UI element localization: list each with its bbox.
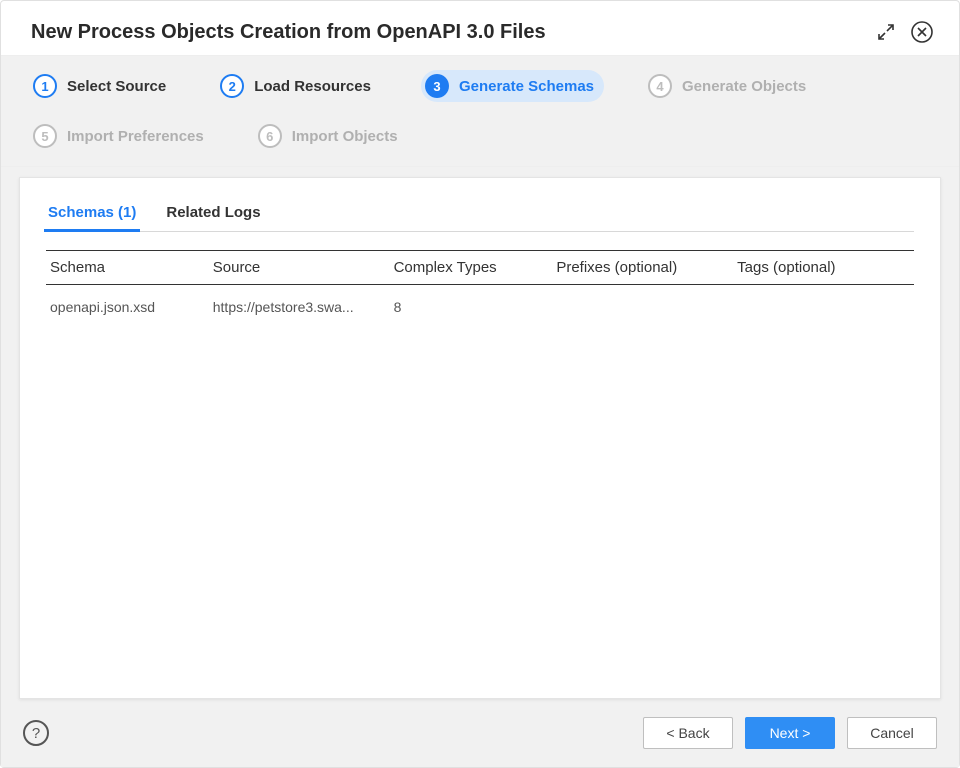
step-4: 4 Generate Objects	[644, 70, 816, 102]
cell-tags	[733, 285, 914, 326]
step-label: Generate Objects	[682, 78, 806, 95]
expand-icon[interactable]	[873, 19, 899, 45]
step-number: 1	[33, 74, 57, 98]
step-1[interactable]: 1 Select Source	[29, 70, 176, 102]
content-area: Schemas (1) Related Logs Schema Source	[1, 167, 959, 703]
step-number: 2	[220, 74, 244, 98]
header-icons	[873, 19, 935, 45]
cell-prefixes	[552, 285, 733, 326]
th-prefixes: Prefixes (optional)	[552, 251, 733, 285]
tab-schemas[interactable]: Schemas (1)	[46, 198, 138, 231]
step-number: 6	[258, 124, 282, 148]
schemas-table-wrap: Schema Source Complex Types Prefixes (op…	[46, 250, 914, 325]
step-6: 6 Import Objects	[254, 120, 408, 152]
back-button[interactable]: < Back	[643, 717, 733, 749]
step-label: Select Source	[67, 78, 166, 95]
step-label: Import Objects	[292, 128, 398, 145]
schemas-panel: Schemas (1) Related Logs Schema Source	[19, 177, 941, 699]
help-icon[interactable]: ?	[23, 720, 49, 746]
panel-tabs: Schemas (1) Related Logs	[46, 198, 914, 232]
cell-source: https://petstore3.swa...	[209, 285, 390, 326]
th-source: Source	[209, 251, 390, 285]
tab-logs-label: Related Logs	[166, 204, 260, 221]
step-number: 3	[425, 74, 449, 98]
dialog-title: New Process Objects Creation from OpenAP…	[31, 21, 546, 44]
th-tags: Tags (optional)	[733, 251, 914, 285]
step-label: Load Resources	[254, 78, 371, 95]
schemas-table: Schema Source Complex Types Prefixes (op…	[46, 250, 914, 325]
step-5: 5 Import Preferences	[29, 120, 214, 152]
tab-schemas-label: Schemas (1)	[48, 204, 136, 221]
dialog-header: New Process Objects Creation from OpenAP…	[1, 1, 959, 55]
cell-schema: openapi.json.xsd	[46, 285, 209, 326]
dialog-footer: ? < Back Next > Cancel	[1, 703, 959, 767]
step-number: 5	[33, 124, 57, 148]
cancel-button[interactable]: Cancel	[847, 717, 937, 749]
step-2[interactable]: 2 Load Resources	[216, 70, 381, 102]
step-number: 4	[648, 74, 672, 98]
step-3[interactable]: 3 Generate Schemas	[421, 70, 604, 102]
step-label: Generate Schemas	[459, 78, 594, 95]
table-row[interactable]: openapi.json.xsdhttps://petstore3.swa...…	[46, 285, 914, 326]
footer-buttons: < Back Next > Cancel	[643, 717, 937, 749]
wizard-stepper: 1 Select Source 2 Load Resources 3 Generate S…	[1, 55, 959, 167]
next-button[interactable]: Next >	[745, 717, 835, 749]
cell-complex_types: 8	[390, 285, 553, 326]
th-schema: Schema	[46, 251, 209, 285]
table-header-row: Schema Source Complex Types Prefixes (op…	[46, 251, 914, 285]
dialog: New Process Objects Creation from OpenAP…	[0, 0, 960, 768]
close-icon[interactable]	[909, 19, 935, 45]
th-complex-types: Complex Types	[390, 251, 553, 285]
step-label: Import Preferences	[67, 128, 204, 145]
tab-related-logs[interactable]: Related Logs	[164, 198, 262, 231]
